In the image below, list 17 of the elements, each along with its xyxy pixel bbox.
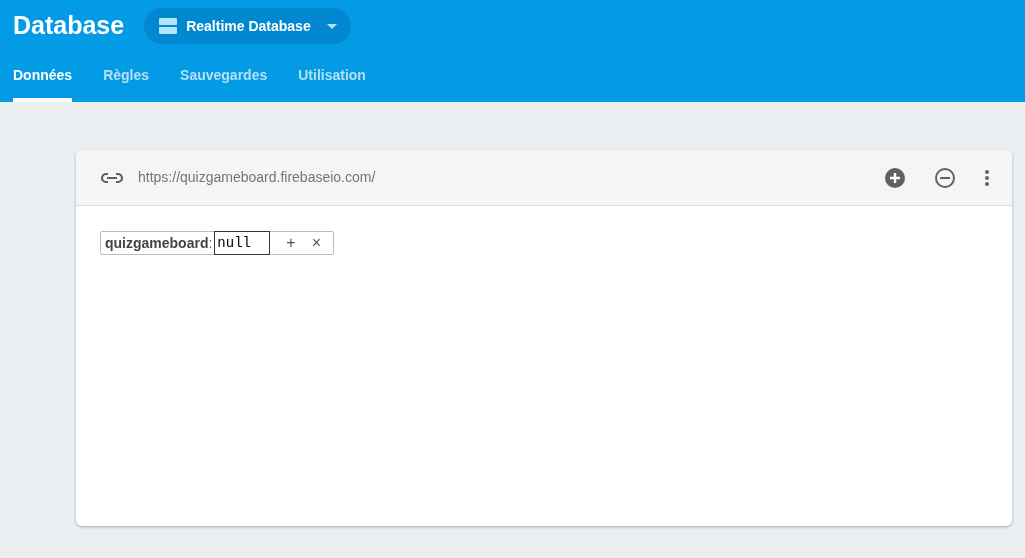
database-url: https://quizgameboard.firebaseio.com/ bbox=[138, 168, 376, 187]
remove-icon[interactable] bbox=[934, 166, 956, 189]
remove-button[interactable]: × bbox=[303, 233, 330, 253]
page-title: Database bbox=[13, 10, 125, 42]
server-icon bbox=[158, 17, 179, 35]
tab[interactable]: Utilisation bbox=[298, 52, 366, 102]
tab[interactable]: Données bbox=[13, 52, 73, 102]
add-icon[interactable] bbox=[884, 166, 906, 189]
key-separator: : bbox=[208, 233, 213, 253]
tab[interactable]: Sauvegardes bbox=[180, 52, 268, 102]
more-menu-icon[interactable] bbox=[984, 168, 990, 187]
add-child-button[interactable]: + bbox=[278, 233, 304, 253]
caret-icon bbox=[326, 23, 337, 29]
value-field[interactable]: null bbox=[214, 231, 271, 255]
database-selector[interactable]: Realtime Database bbox=[144, 8, 351, 44]
link-icon bbox=[100, 171, 124, 184]
tab[interactable]: Règles bbox=[103, 52, 150, 102]
